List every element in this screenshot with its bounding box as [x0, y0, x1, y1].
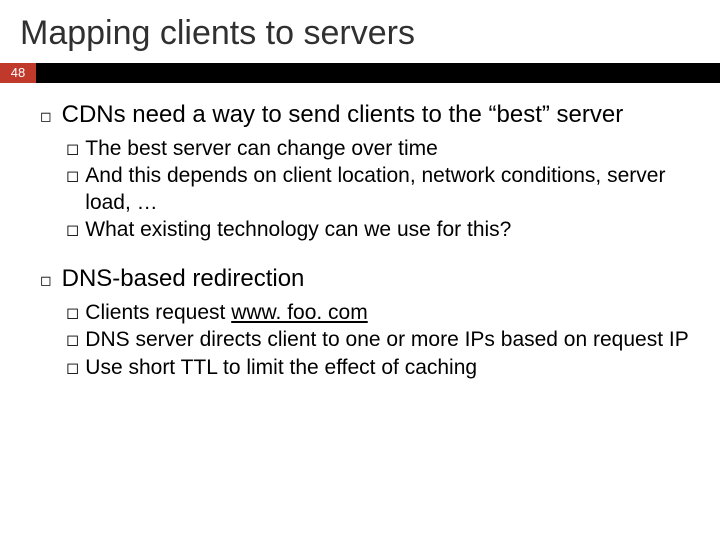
- list-item-head: ◻ DNS-based redirection: [40, 265, 696, 294]
- list-item: ◻ CDNs need a way to send clients to the…: [40, 101, 696, 243]
- sublist-item: ◻ DNS server directs client to one or mo…: [66, 327, 696, 353]
- sublist-item: ◻ Clients request www. foo. com: [66, 300, 696, 326]
- sublist-item: ◻ What existing technology can we use fo…: [66, 217, 696, 243]
- sublist-item: ◻ And this depends on client location, n…: [66, 163, 696, 216]
- link-text: www. foo. com: [231, 301, 368, 324]
- square-bullet-icon: ◻: [40, 266, 52, 294]
- sublist-item-text: Use short TTL to limit the effect of cac…: [85, 355, 696, 381]
- list-item-text: CDNs need a way to send clients to the “…: [62, 101, 624, 130]
- square-bullet-icon: ◻: [66, 167, 79, 187]
- slide-content: ◻ CDNs need a way to send clients to the…: [0, 83, 720, 381]
- sublist-item-text: What existing technology can we use for …: [85, 217, 696, 243]
- sublist-item: ◻ The best server can change over time: [66, 136, 696, 162]
- square-bullet-icon: ◻: [66, 140, 79, 160]
- square-bullet-icon: ◻: [66, 221, 79, 241]
- sublist-item: ◻ Use short TTL to limit the effect of c…: [66, 355, 696, 381]
- sublist: ◻ Clients request www. foo. com ◻ DNS se…: [40, 300, 696, 381]
- square-bullet-icon: ◻: [66, 304, 79, 324]
- square-bullet-icon: ◻: [66, 359, 79, 379]
- list-item: ◻ DNS-based redirection ◻ Clients reques…: [40, 265, 696, 381]
- page-bar: 48: [0, 63, 720, 83]
- sublist-item-text: Clients request www. foo. com: [85, 300, 696, 326]
- sublist-item-text: The best server can change over time: [85, 136, 696, 162]
- list-item-text: DNS-based redirection: [62, 265, 305, 294]
- page-number: 48: [0, 63, 36, 83]
- slide-title: Mapping clients to servers: [0, 0, 720, 63]
- square-bullet-icon: ◻: [66, 331, 79, 351]
- list-item-head: ◻ CDNs need a way to send clients to the…: [40, 101, 696, 130]
- sublist-item-text: And this depends on client location, net…: [85, 163, 696, 216]
- sublist-item-text: DNS server directs client to one or more…: [85, 327, 696, 353]
- square-bullet-icon: ◻: [40, 102, 52, 130]
- sublist: ◻ The best server can change over time ◻…: [40, 136, 696, 243]
